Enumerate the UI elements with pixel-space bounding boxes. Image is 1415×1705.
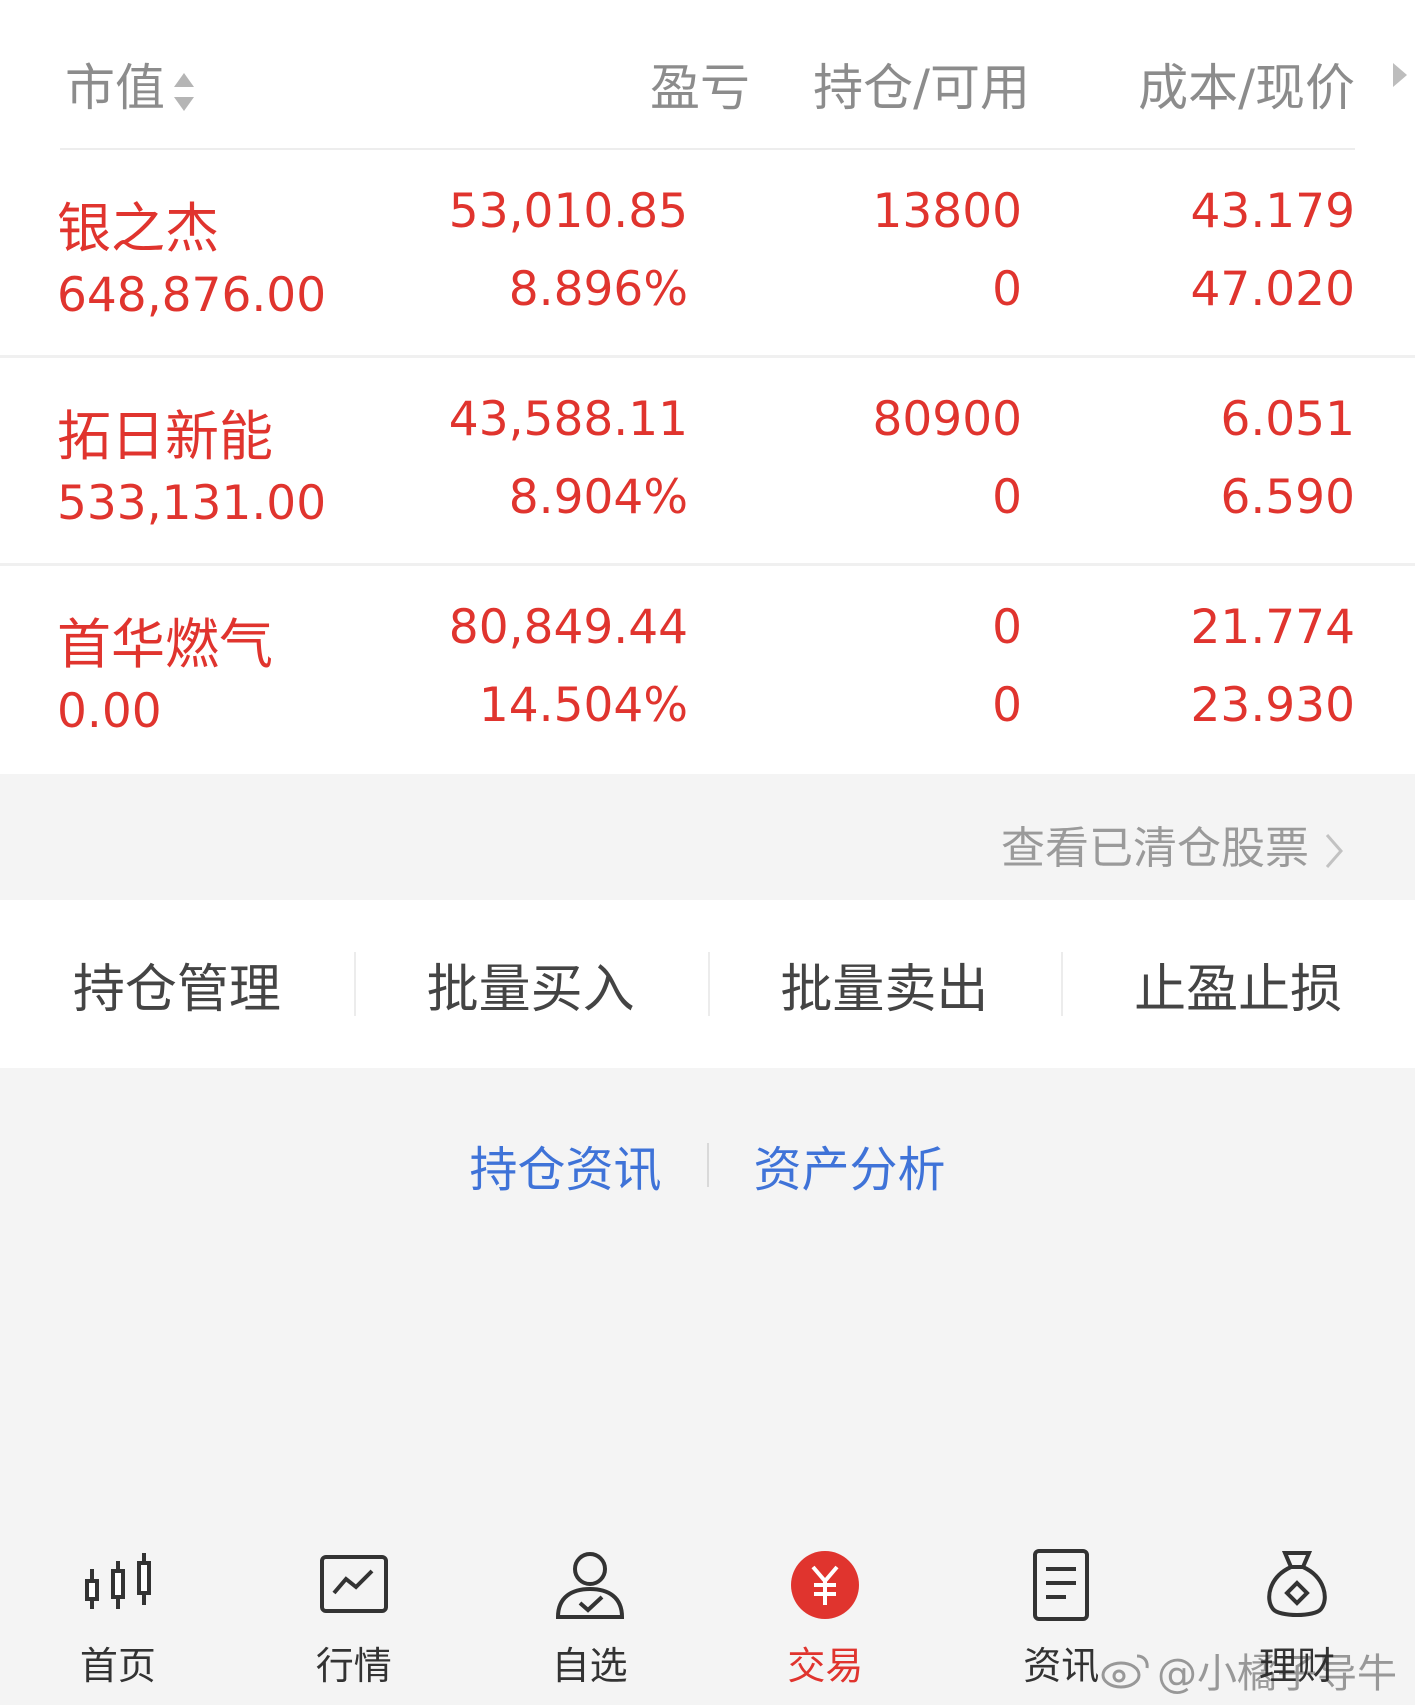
market-value-sort-header[interactable]: 市值 (65, 48, 197, 120)
batch-buy-button[interactable]: 批量买入 (353, 900, 708, 1068)
pnl-amount: 53,010.85 (448, 184, 688, 239)
position-news-link[interactable]: 持仓资讯 (424, 1130, 706, 1200)
position-qty: 80900 (872, 392, 1022, 447)
available-qty: 0 (992, 262, 1022, 317)
asset-analysis-link[interactable]: 资产分析 (709, 1130, 991, 1200)
pnl-ratio: 8.904% (508, 470, 688, 525)
table-row[interactable]: 拓日新能 533,131.00 43,588.11 8.904% 80900 0… (0, 358, 1415, 566)
current-price: 23.930 (1190, 678, 1355, 733)
table-row[interactable]: 银之杰 648,876.00 53,010.85 8.896% 13800 0 … (0, 150, 1415, 358)
cost-price-header: 成本/现价 (1138, 59, 1355, 117)
current-price: 6.590 (1220, 470, 1355, 525)
user-check-icon (555, 1552, 624, 1619)
pnl-amount: 43,588.11 (448, 392, 688, 447)
tab-watchlist[interactable]: 自选 (472, 1535, 708, 1705)
holdings-table: 市值 盈亏 持仓/可用 成本/现价 银之杰 648,876.00 53,010.… (0, 0, 1415, 774)
stock-name: 银之杰 (57, 197, 219, 260)
scroll-right-arrow-icon[interactable] (1390, 60, 1410, 90)
cleared-section: 查看已清仓股票 (0, 776, 1415, 900)
market-value: 648,876.00 (57, 268, 327, 323)
money-bag-icon (1267, 1551, 1327, 1617)
tab-market[interactable]: 行情 (236, 1535, 472, 1705)
position-qty: 0 (992, 600, 1022, 655)
table-header: 市值 盈亏 持仓/可用 成本/现价 (60, 0, 1407, 150)
market-value: 0.00 (57, 684, 162, 739)
document-icon (1033, 1549, 1090, 1621)
position-management-button[interactable]: 持仓管理 (0, 900, 354, 1068)
chevron-right-icon (1325, 834, 1343, 868)
watermark: @小橘子导牛 (1099, 1641, 1397, 1699)
sort-icon (174, 72, 194, 111)
cost-price: 6.051 (1220, 392, 1355, 447)
position-header: 持仓/可用 (813, 59, 1030, 117)
tab-home[interactable]: 首页 (0, 1535, 236, 1705)
pnl-amount: 80,849.44 (448, 600, 688, 655)
stock-name: 拓日新能 (57, 405, 273, 468)
chart-icon (319, 1555, 388, 1613)
view-cleared-stocks-link[interactable]: 查看已清仓股票 (1001, 812, 1345, 876)
table-row[interactable]: 首华燃气 0.00 80,849.44 14.504% 0 0 21.774 2… (0, 566, 1415, 774)
current-price: 47.020 (1190, 262, 1355, 317)
available-qty: 0 (992, 678, 1022, 733)
tab-trade[interactable]: 交易 (707, 1535, 943, 1705)
batch-sell-button[interactable]: 批量卖出 (707, 900, 1062, 1068)
cost-price: 21.774 (1190, 600, 1355, 655)
take-profit-stop-loss-button[interactable]: 止盈止损 (1061, 900, 1415, 1068)
stock-name: 首华燃气 (57, 613, 273, 676)
weibo-icon (1101, 1654, 1149, 1689)
pnl-header: 盈亏 (650, 59, 750, 117)
candlestick-icon (84, 1553, 151, 1609)
pnl-ratio: 14.504% (478, 678, 688, 733)
market-value: 533,131.00 (57, 476, 327, 531)
position-qty: 13800 (872, 184, 1022, 239)
position-actions-bar: 持仓管理 批量买入 批量卖出 止盈止损 (0, 900, 1415, 1068)
available-qty: 0 (992, 470, 1022, 525)
cost-price: 43.179 (1190, 184, 1355, 239)
yuan-icon (791, 1551, 860, 1619)
pnl-ratio: 8.896% (508, 262, 688, 317)
info-links: 持仓资讯 资产分析 (0, 1130, 1415, 1200)
